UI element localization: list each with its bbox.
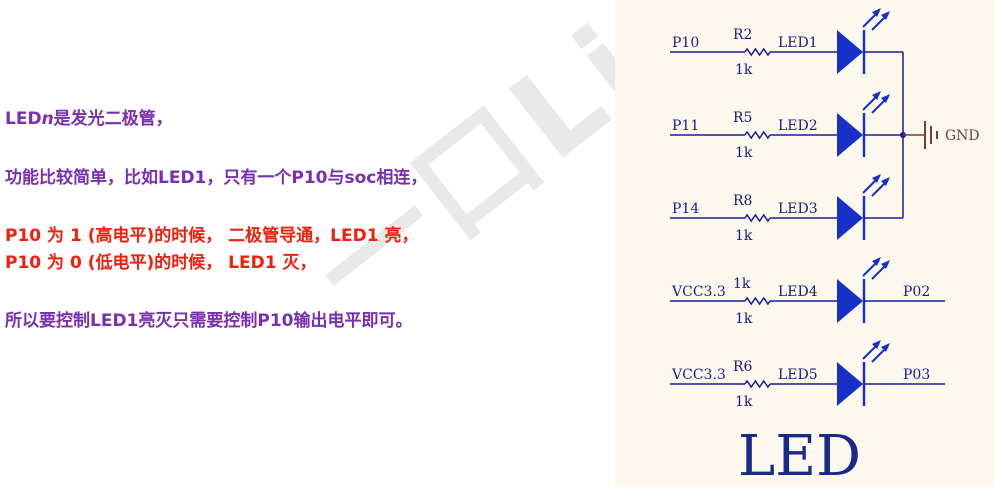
resistor-value: 1k [735, 311, 753, 327]
text-line-1: LEDn是发光二极管， [5, 108, 173, 130]
text-line-5: 所以要控制LED1亮灭只需要控制P10输出电平即可。 [5, 311, 413, 331]
led-label: LED1 [778, 35, 818, 51]
right-net-label: P02 [903, 284, 930, 300]
resistor-label: 1k [733, 276, 751, 292]
resistor-value: 1k [735, 394, 753, 410]
resistor-label: R6 [733, 359, 753, 375]
led-label: LED3 [778, 201, 818, 217]
led-label: LED5 [778, 367, 818, 383]
ground-label: GND [945, 128, 980, 144]
text-line-1-suffix: 是发光二极管， [53, 109, 173, 129]
text-line-2: 功能比较简单，比如LED1，只有一个P10与soc相连， [5, 168, 428, 188]
led-diode [837, 196, 863, 240]
text-line-4: P10 为 0 (低电平)的时候， LED1 灭， [5, 253, 317, 273]
led-label: LED4 [778, 284, 818, 300]
resistor-label: R5 [733, 110, 752, 126]
net-label: VCC3.3 [671, 367, 726, 383]
resistor-value: 1k [735, 145, 753, 161]
led-diode [837, 279, 863, 323]
net-label: VCC3.3 [671, 284, 726, 300]
explanation-panel: 一口Lin LEDn是发光二极管， 功能比较简单，比如LED1，只有一个P10与… [0, 0, 746, 487]
led-label: LED2 [778, 118, 818, 134]
text-line-1-prefix: LED [5, 109, 42, 129]
led-schematic: P10 R2 1k LED1 P11 R5 1k LED2 P14 R8 1k LED3 VCC3.3 1… [615, 0, 995, 487]
resistor-symbol [744, 296, 771, 306]
led-diode [837, 30, 863, 74]
resistor-value: 1k [735, 228, 753, 244]
resistor-label: R8 [733, 193, 752, 209]
schematic-title: LED [738, 424, 861, 487]
schematic-canvas: P10 R2 1k LED1 P11 R5 1k LED2 P14 R8 1k LED3 VCC3.3 1… [670, 8, 980, 487]
resistor-symbol [744, 47, 771, 57]
right-net-label: P03 [903, 367, 930, 383]
resistor-label: R2 [733, 27, 752, 43]
led-diode [837, 362, 863, 406]
resistor-value: 1k [735, 62, 753, 78]
net-label: P10 [672, 35, 699, 51]
text-line-1-italic: n [41, 109, 54, 129]
resistor-symbol [744, 379, 771, 389]
led-diode [837, 113, 863, 157]
resistor-symbol [744, 130, 771, 140]
net-label: P14 [672, 201, 699, 217]
net-label: P11 [672, 118, 699, 134]
resistor-symbol [744, 213, 771, 223]
text-line-3: P10 为 1 (高电平)的时候， 二极管导通，LED1 亮， [5, 226, 419, 246]
